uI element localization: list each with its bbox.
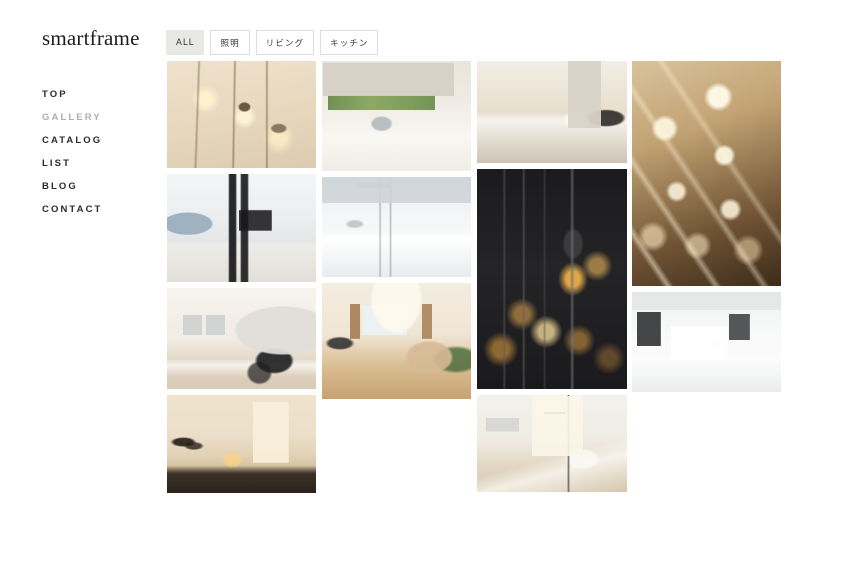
gallery-item-edison-bulbs-dark[interactable] — [477, 169, 627, 389]
photo-warm-wood-living-room — [322, 283, 471, 399]
nav-item-contact[interactable]: CONTACT — [42, 205, 152, 228]
photo-white-modern-kitchen-island — [632, 292, 781, 392]
gallery-column-4 — [632, 61, 781, 398]
gallery-item-sepia-chandelier-bulbs[interactable] — [632, 61, 781, 286]
gallery-column-3 — [477, 61, 627, 498]
nav-item-list[interactable]: LIST — [42, 159, 152, 182]
nav-item-top[interactable]: TOP — [42, 90, 152, 113]
category-filter-bar: ALL 照明 リビング キッチン — [166, 30, 379, 55]
sidebar: smartframe TOP GALLERY CATALOG LIST BLOG… — [0, 0, 160, 576]
photo-living-room-framed-art — [167, 288, 316, 389]
photo-modern-living-room-city-view — [167, 174, 316, 282]
gallery-item-modern-living-room-city-view[interactable] — [167, 174, 316, 282]
photo-kitchen-with-herb-window — [322, 61, 471, 171]
main-navigation: TOP GALLERY CATALOG LIST BLOG CONTACT — [42, 90, 152, 228]
gallery-item-japanese-warm-living-room[interactable] — [167, 395, 316, 493]
filter-button-all[interactable]: ALL — [166, 30, 205, 55]
filter-button-kitchen[interactable]: キッチン — [320, 30, 379, 55]
photo-pendant-bulbs-warm-wall — [167, 61, 316, 168]
nav-item-gallery[interactable]: GALLERY — [42, 113, 152, 136]
photo-bright-bathroom-tall-windows — [477, 395, 627, 492]
photo-japanese-warm-living-room — [167, 395, 316, 493]
gallery-column-2 — [322, 61, 471, 405]
nav-item-catalog[interactable]: CATALOG — [42, 136, 152, 159]
gallery-item-living-room-framed-art[interactable] — [167, 288, 316, 389]
gallery-item-kitchen-with-herb-window[interactable] — [322, 61, 471, 171]
nav-item-blog[interactable]: BLOG — [42, 182, 152, 205]
filter-button-living[interactable]: リビング — [255, 30, 315, 55]
gallery-item-white-modern-kitchen-island[interactable] — [632, 292, 781, 392]
gallery-grid — [167, 61, 781, 501]
gallery-item-beige-living-room-fireplace[interactable] — [477, 61, 627, 163]
gallery-page: smartframe TOP GALLERY CATALOG LIST BLOG… — [0, 0, 847, 576]
gallery-item-white-glossy-kitchen-counter[interactable] — [322, 177, 471, 277]
photo-white-glossy-kitchen-counter — [322, 177, 471, 277]
photo-beige-living-room-fireplace — [477, 61, 627, 163]
gallery-item-warm-wood-living-room[interactable] — [322, 283, 471, 399]
gallery-item-bright-bathroom-tall-windows[interactable] — [477, 395, 627, 492]
gallery-item-pendant-bulbs-warm-wall[interactable] — [167, 61, 316, 168]
photo-edison-bulbs-dark — [477, 169, 627, 389]
gallery-column-1 — [167, 61, 316, 499]
site-logo[interactable]: smartframe — [42, 26, 140, 51]
filter-button-lighting[interactable]: 照明 — [210, 30, 250, 55]
photo-sepia-chandelier-bulbs — [632, 61, 781, 286]
